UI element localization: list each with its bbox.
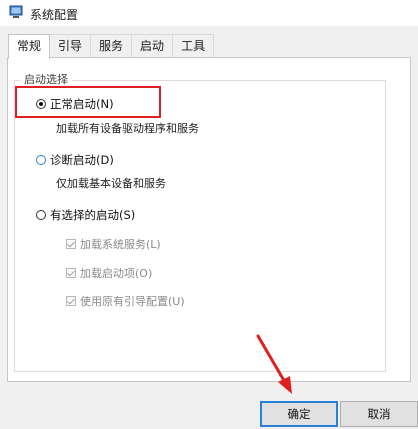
selective-startup-radio[interactable]: 有选择的启动(S) <box>36 207 135 223</box>
load-system-services-label: 加载系统服务(L) <box>80 238 161 251</box>
cancel-button[interactable]: 取消 <box>340 401 418 427</box>
diagnostic-startup-label: 诊断启动(D) <box>50 153 114 167</box>
ok-button[interactable]: 确定 <box>260 401 338 427</box>
tab-startup[interactable]: 启动 <box>131 34 174 57</box>
group-title: 启动选择 <box>20 71 72 87</box>
red-arrow-annotation <box>256 334 292 394</box>
tab-strip: 常规 引导 服务 启动 工具 <box>8 34 215 59</box>
selective-startup-label: 有选择的启动(S) <box>50 208 136 222</box>
diagnostic-startup-radio[interactable]: 诊断启动(D) <box>36 152 114 168</box>
diagnostic-startup-description: 仅加载基本设备和服务 <box>56 177 166 190</box>
radio-unchecked-indicator <box>36 155 46 165</box>
red-highlight-annotation <box>15 86 161 118</box>
use-original-boot-config-checkbox[interactable]: 使用原有引导配置(U) <box>66 293 185 309</box>
use-original-boot-config-label: 使用原有引导配置(U) <box>80 295 185 308</box>
radio-unchecked-indicator <box>36 210 46 220</box>
checkbox-checked-disabled <box>66 268 76 278</box>
normal-startup-description: 加载所有设备驱动程序和服务 <box>56 122 199 135</box>
load-startup-items-label: 加载启动项(O) <box>80 267 153 280</box>
tab-services[interactable]: 服务 <box>90 34 133 57</box>
load-system-services-checkbox[interactable]: 加载系统服务(L) <box>66 236 161 252</box>
checkbox-checked-disabled <box>66 296 76 306</box>
tab-boot[interactable]: 引导 <box>49 34 92 57</box>
tab-general[interactable]: 常规 <box>8 34 51 59</box>
window-title: 系统配置 <box>30 8 79 22</box>
system-config-icon <box>9 5 23 18</box>
checkbox-checked-disabled <box>66 239 76 249</box>
load-startup-items-checkbox[interactable]: 加载启动项(O) <box>66 265 152 281</box>
tab-tools[interactable]: 工具 <box>172 34 215 57</box>
title-bar: 系统配置 <box>0 0 418 26</box>
